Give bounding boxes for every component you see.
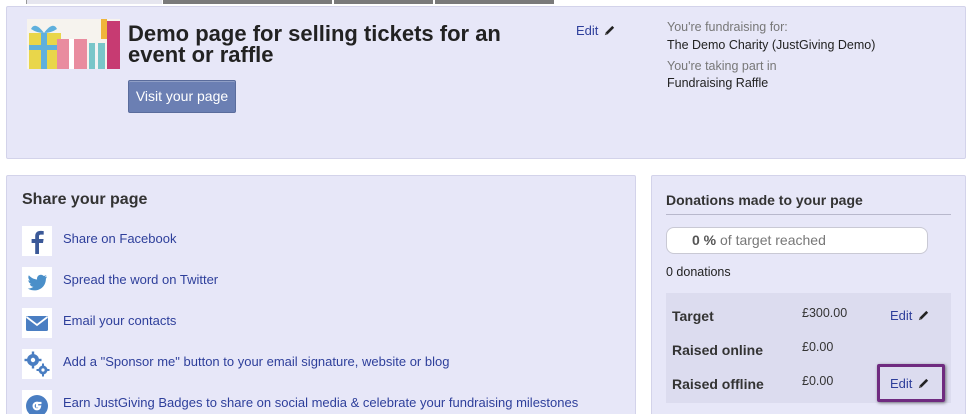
edit-label: Edit [576, 23, 599, 38]
share-twitter-item[interactable]: Spread the word on Twitter [22, 267, 622, 297]
target-progress-bar: 0 % of target reached [666, 227, 928, 254]
email-icon [22, 308, 52, 338]
edit-raised-offline-link[interactable]: Edit [890, 376, 930, 391]
raised-offline-label: Raised offline [672, 376, 764, 392]
share-facebook-link[interactable]: Share on Facebook [63, 231, 176, 246]
pencil-icon [919, 310, 929, 321]
share-badges-item[interactable]: Earn JustGiving Badges to share on socia… [22, 390, 622, 414]
pencil-icon [919, 378, 929, 389]
share-sponsor-button-link[interactable]: Add a "Sponsor me" button to your email … [63, 354, 449, 369]
raised-online-label: Raised online [672, 342, 764, 358]
progress-percent: 0 % [692, 232, 717, 248]
tab-4[interactable] [435, 0, 554, 4]
edit-target-link[interactable]: Edit [890, 308, 930, 323]
share-title: Share your page [22, 191, 148, 208]
share-email-link[interactable]: Email your contacts [63, 313, 176, 328]
twitter-icon [22, 267, 52, 297]
tab-active[interactable] [26, 0, 162, 4]
taking-part-label: You're taking part in [667, 59, 777, 73]
share-twitter-link[interactable]: Spread the word on Twitter [63, 272, 218, 287]
tab-strip [0, 0, 973, 5]
gears-icon [22, 349, 52, 379]
taking-part-value: Fundraising Raffle [667, 76, 769, 90]
target-value: £300.00 [802, 306, 848, 320]
facebook-icon [22, 226, 52, 256]
donation-count: 0 donations [666, 265, 731, 279]
tab-3[interactable] [334, 0, 433, 4]
share-email-item[interactable]: Email your contacts [22, 308, 622, 338]
gift-image-icon [27, 19, 120, 69]
fundraising-for-value: The Demo Charity (JustGiving Demo) [667, 38, 876, 52]
fundraising-for-label: You're fundraising for: [667, 20, 788, 34]
share-panel: Share your page Share on Facebook Spread… [6, 175, 636, 414]
justgiving-badge-icon [22, 390, 52, 414]
tab-2[interactable] [163, 0, 332, 4]
target-label: Target [672, 308, 714, 324]
edit-label: Edit [890, 376, 913, 391]
raised-offline-value: £0.00 [802, 374, 834, 388]
visit-page-button[interactable]: Visit your page [128, 80, 236, 113]
page-summary-panel: Demo page for selling tickets for an eve… [6, 6, 966, 159]
share-facebook-item[interactable]: Share on Facebook [22, 226, 622, 256]
edit-page-link[interactable]: Edit [576, 23, 616, 38]
donations-title: Donations made to your page [666, 192, 951, 215]
raised-online-value: £0.00 [802, 340, 834, 354]
progress-suffix: of target reached [720, 232, 826, 248]
page-thumbnail [27, 19, 120, 69]
share-badges-link[interactable]: Earn JustGiving Badges to share on socia… [63, 395, 578, 410]
share-sponsor-button-item[interactable]: Add a "Sponsor me" button to your email … [22, 349, 622, 379]
pencil-icon [605, 25, 615, 36]
edit-label: Edit [890, 308, 913, 323]
page-title: Demo page for selling tickets for an eve… [128, 21, 501, 67]
